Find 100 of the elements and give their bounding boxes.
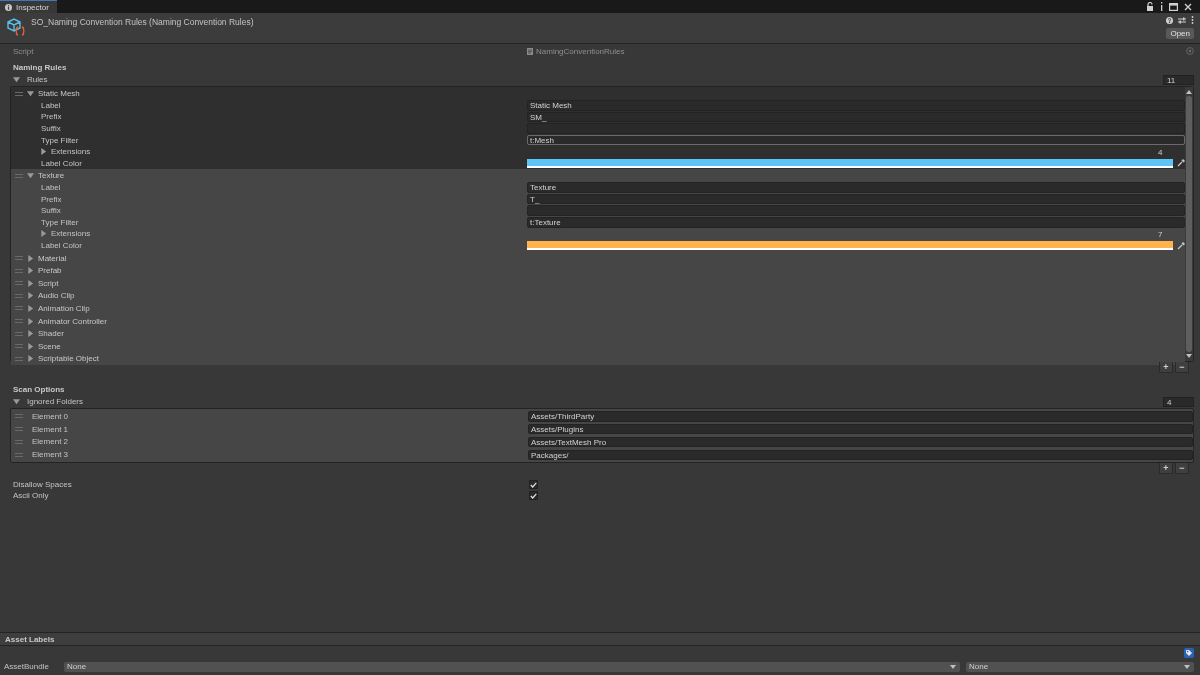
script-file-icon bbox=[527, 47, 533, 55]
element-name: Material bbox=[38, 253, 67, 263]
drag-handle-icon[interactable] bbox=[15, 427, 23, 432]
expanded-arrow-icon[interactable] bbox=[27, 172, 34, 180]
drag-handle-icon[interactable] bbox=[15, 293, 23, 298]
drag-handle-icon[interactable] bbox=[15, 344, 23, 349]
tag-icon[interactable] bbox=[1184, 648, 1194, 658]
list-size-field[interactable]: 4 bbox=[1163, 396, 1194, 407]
element-name: Script bbox=[38, 278, 59, 288]
color-field[interactable] bbox=[527, 241, 1173, 250]
text-field[interactable]: Assets/TextMesh Pro bbox=[528, 436, 1193, 448]
text-field[interactable] bbox=[527, 205, 1185, 216]
element-name: Animation Clip bbox=[38, 304, 90, 313]
dropdown[interactable]: None bbox=[64, 661, 960, 672]
field-label: Suffix bbox=[40, 206, 62, 216]
rule-element[interactable]: Animator Controller bbox=[11, 314, 1185, 327]
rule-element[interactable]: Scene bbox=[11, 339, 1185, 353]
checkbox[interactable] bbox=[529, 491, 538, 501]
add-button[interactable]: + bbox=[1159, 362, 1173, 373]
text-field[interactable]: t:Mesh bbox=[527, 134, 1185, 146]
drag-handle-icon[interactable] bbox=[15, 281, 23, 286]
element-label: Element 3 bbox=[32, 450, 69, 460]
lock-icon[interactable] bbox=[1146, 2, 1154, 11]
collapsed-arrow-icon[interactable] bbox=[27, 330, 34, 338]
expanded-arrow-icon[interactable] bbox=[27, 90, 34, 98]
inspector-tab[interactable]: Inspector bbox=[0, 0, 57, 13]
collapsed-arrow-icon[interactable] bbox=[27, 317, 34, 325]
list-size-field[interactable]: 7 bbox=[1154, 228, 1185, 239]
info-icon bbox=[5, 3, 12, 11]
collapsed-arrow-icon[interactable] bbox=[27, 267, 34, 275]
list-size-field[interactable]: 11 bbox=[1163, 74, 1194, 85]
color-field[interactable] bbox=[527, 158, 1173, 168]
drag-handle-icon[interactable] bbox=[15, 91, 23, 96]
text-field[interactable]: Packages/ bbox=[528, 449, 1193, 461]
asset-labels-bar[interactable]: Asset Labels bbox=[0, 632, 1200, 646]
field-label: Extensions bbox=[51, 147, 91, 157]
field-label: Type Filter bbox=[40, 135, 80, 145]
collapsed-arrow-icon[interactable] bbox=[40, 148, 47, 156]
drag-handle-icon[interactable] bbox=[15, 268, 23, 273]
drag-handle-icon[interactable] bbox=[15, 440, 23, 444]
rule-element[interactable]: Audio Clip bbox=[11, 289, 1185, 302]
text-field[interactable] bbox=[527, 123, 1185, 134]
sliders-icon[interactable] bbox=[1178, 16, 1186, 24]
collapsed-arrow-icon[interactable] bbox=[27, 342, 34, 350]
text-field[interactable]: Static Mesh bbox=[527, 100, 1185, 111]
checkbox[interactable] bbox=[529, 480, 538, 490]
drag-handle-icon[interactable] bbox=[15, 306, 23, 311]
drag-handle-icon[interactable] bbox=[15, 173, 23, 178]
field-label: Extensions bbox=[51, 229, 91, 239]
drag-handle-icon[interactable] bbox=[15, 414, 23, 419]
drag-handle-icon[interactable] bbox=[15, 319, 23, 324]
collapsed-arrow-icon[interactable] bbox=[27, 254, 34, 262]
maximize-icon[interactable] bbox=[1169, 2, 1178, 11]
object-title: SO_Naming Convention Rules (Naming Convention Rules) bbox=[31, 17, 254, 27]
scroll-up-icon[interactable] bbox=[1186, 90, 1192, 94]
text-field[interactable]: Assets/Plugins bbox=[528, 423, 1193, 435]
collapsed-arrow-icon[interactable] bbox=[40, 230, 47, 238]
toggle-label: Ascii Only bbox=[12, 491, 50, 501]
field-label: Prefix bbox=[40, 112, 63, 122]
drag-handle-icon[interactable] bbox=[15, 256, 23, 261]
list-size-field[interactable]: 4 bbox=[1154, 146, 1185, 157]
open-button[interactable]: Open bbox=[1166, 28, 1194, 39]
element-name: Scene bbox=[38, 341, 61, 351]
dropdown[interactable]: None bbox=[966, 661, 1194, 672]
field-label: Label bbox=[40, 183, 62, 193]
rule-element[interactable]: Material bbox=[11, 251, 1185, 264]
section-heading: Naming Rules bbox=[12, 63, 68, 74]
remove-button[interactable]: − bbox=[1175, 463, 1189, 475]
object-picker-icon[interactable] bbox=[1186, 47, 1194, 55]
scrollbar[interactable] bbox=[1185, 87, 1193, 361]
more-options-icon[interactable] bbox=[1160, 2, 1163, 11]
scroll-down-icon[interactable] bbox=[1186, 354, 1192, 358]
remove-button[interactable]: − bbox=[1175, 362, 1189, 373]
field-label: Type Filter bbox=[40, 217, 80, 227]
text-field[interactable]: Assets/ThirdParty bbox=[528, 411, 1193, 422]
eyedropper-icon[interactable] bbox=[1177, 241, 1185, 250]
drag-handle-icon[interactable] bbox=[15, 331, 23, 336]
text-field[interactable]: T_ bbox=[527, 193, 1185, 205]
expanded-arrow-icon[interactable] bbox=[13, 76, 20, 83]
rule-element[interactable]: Scriptable Object bbox=[11, 352, 1185, 365]
drag-handle-icon[interactable] bbox=[15, 356, 23, 361]
eyedropper-icon[interactable] bbox=[1177, 159, 1185, 168]
add-button[interactable]: + bbox=[1159, 463, 1173, 475]
help-icon[interactable] bbox=[1166, 16, 1173, 24]
field-label: Script bbox=[13, 46, 35, 56]
more-options-icon[interactable] bbox=[1191, 16, 1194, 24]
element-name: Prefab bbox=[38, 266, 62, 276]
rule-element[interactable]: Static Mesh Label Static Mesh Prefix SM_ Suffix Type Filter t:Mesh Extensions 4 Label Color bbox=[11, 87, 1185, 170]
close-icon[interactable] bbox=[1184, 2, 1192, 11]
caret-icon bbox=[950, 664, 956, 669]
collapsed-arrow-icon[interactable] bbox=[27, 279, 34, 287]
text-field[interactable]: Texture bbox=[527, 182, 1185, 193]
text-field[interactable]: t:Texture bbox=[527, 217, 1185, 228]
drag-handle-icon[interactable] bbox=[15, 452, 23, 457]
collapsed-arrow-icon[interactable] bbox=[27, 355, 34, 363]
expanded-arrow-icon[interactable] bbox=[13, 398, 20, 405]
text-field[interactable]: SM_ bbox=[527, 111, 1185, 123]
rule-element[interactable]: Texture Label Texture Prefix T_ Suffix Type Filter t:Texture Extensions 7 Label Color bbox=[11, 169, 1185, 252]
collapsed-arrow-icon[interactable] bbox=[27, 292, 34, 300]
collapsed-arrow-icon[interactable] bbox=[27, 305, 34, 312]
